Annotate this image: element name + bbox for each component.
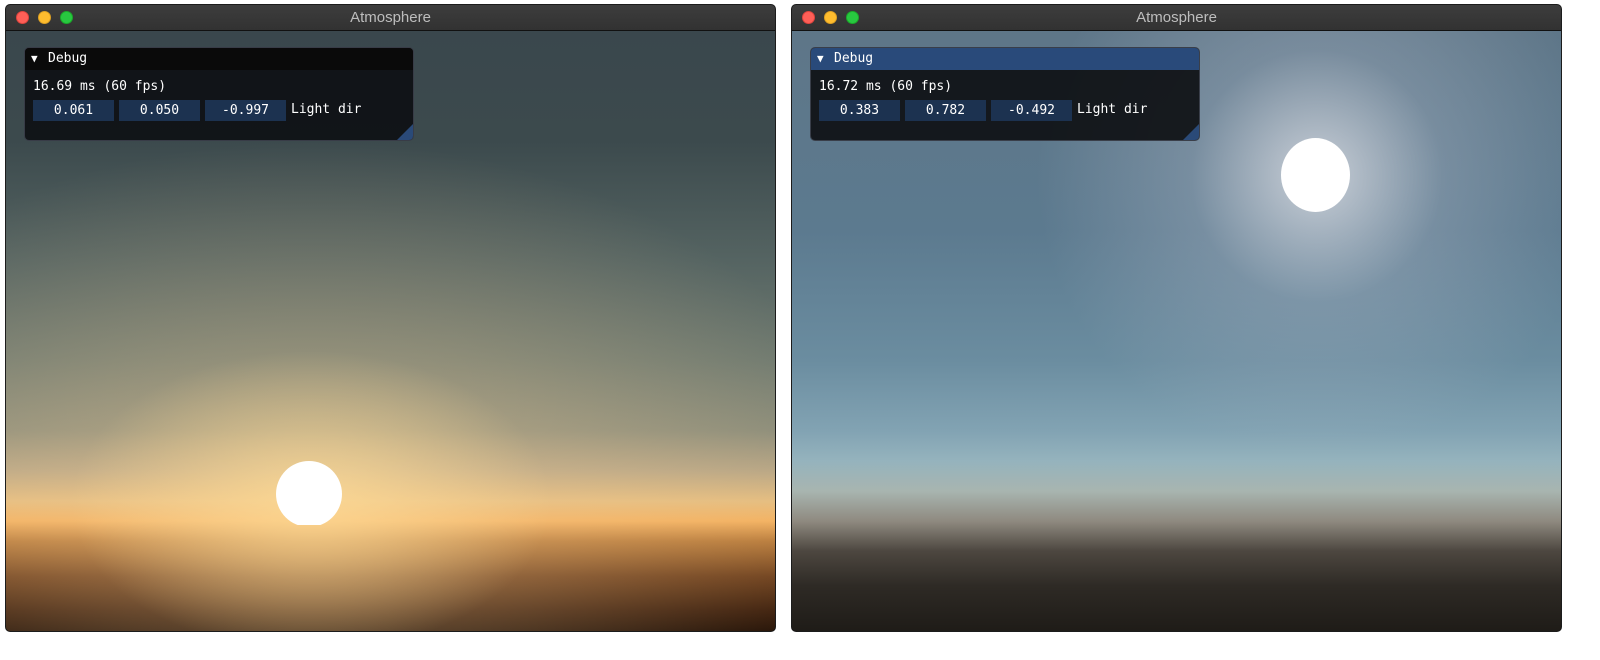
atmosphere-window-daytime: Atmosphere ▼ Debug 16.72 ms (60 fps) 0.3… bbox=[791, 4, 1562, 632]
collapse-triangle-icon[interactable]: ▼ bbox=[31, 53, 38, 65]
frame-time-text: 16.72 ms (60 fps) bbox=[819, 79, 953, 94]
debug-panel-header[interactable]: ▼ Debug bbox=[811, 48, 1199, 70]
light-dir-y-field[interactable]: 0.782 bbox=[905, 100, 986, 121]
debug-panel-title: Debug bbox=[48, 51, 88, 66]
light-dir-x-field[interactable]: 0.061 bbox=[33, 100, 114, 121]
title-bar[interactable]: Atmosphere bbox=[792, 5, 1561, 31]
light-dir-z-field[interactable]: -0.997 bbox=[205, 100, 286, 121]
light-dir-label: Light dir bbox=[1077, 102, 1148, 117]
debug-panel: ▼ Debug 16.72 ms (60 fps) 0.383 0.782 -0… bbox=[810, 47, 1200, 141]
sky-render-viewport[interactable]: ▼ Debug 16.69 ms (60 fps) 0.061 0.050 -0… bbox=[6, 31, 775, 631]
debug-panel: ▼ Debug 16.69 ms (60 fps) 0.061 0.050 -0… bbox=[24, 47, 414, 141]
sky-render-viewport[interactable]: ▼ Debug 16.72 ms (60 fps) 0.383 0.782 -0… bbox=[792, 31, 1561, 631]
resize-grip-icon[interactable] bbox=[397, 124, 413, 140]
window-title: Atmosphere bbox=[1136, 9, 1217, 26]
debug-panel-header[interactable]: ▼ Debug bbox=[25, 48, 413, 70]
atmosphere-window-sunset: Atmosphere ▼ Debug 16.69 ms (60 fps) 0.0… bbox=[5, 4, 776, 632]
light-dir-x-field[interactable]: 0.383 bbox=[819, 100, 900, 121]
light-dir-y-field[interactable]: 0.050 bbox=[119, 100, 200, 121]
sun-disc bbox=[276, 461, 342, 525]
light-dir-z-field[interactable]: -0.492 bbox=[991, 100, 1072, 121]
resize-grip-icon[interactable] bbox=[1183, 124, 1199, 140]
debug-panel-title: Debug bbox=[834, 51, 874, 66]
frame-time-text: 16.69 ms (60 fps) bbox=[33, 79, 167, 94]
title-bar[interactable]: Atmosphere bbox=[6, 5, 775, 31]
window-title: Atmosphere bbox=[350, 9, 431, 26]
light-dir-label: Light dir bbox=[291, 102, 362, 117]
sun-disc bbox=[1281, 138, 1350, 212]
collapse-triangle-icon[interactable]: ▼ bbox=[817, 53, 824, 65]
